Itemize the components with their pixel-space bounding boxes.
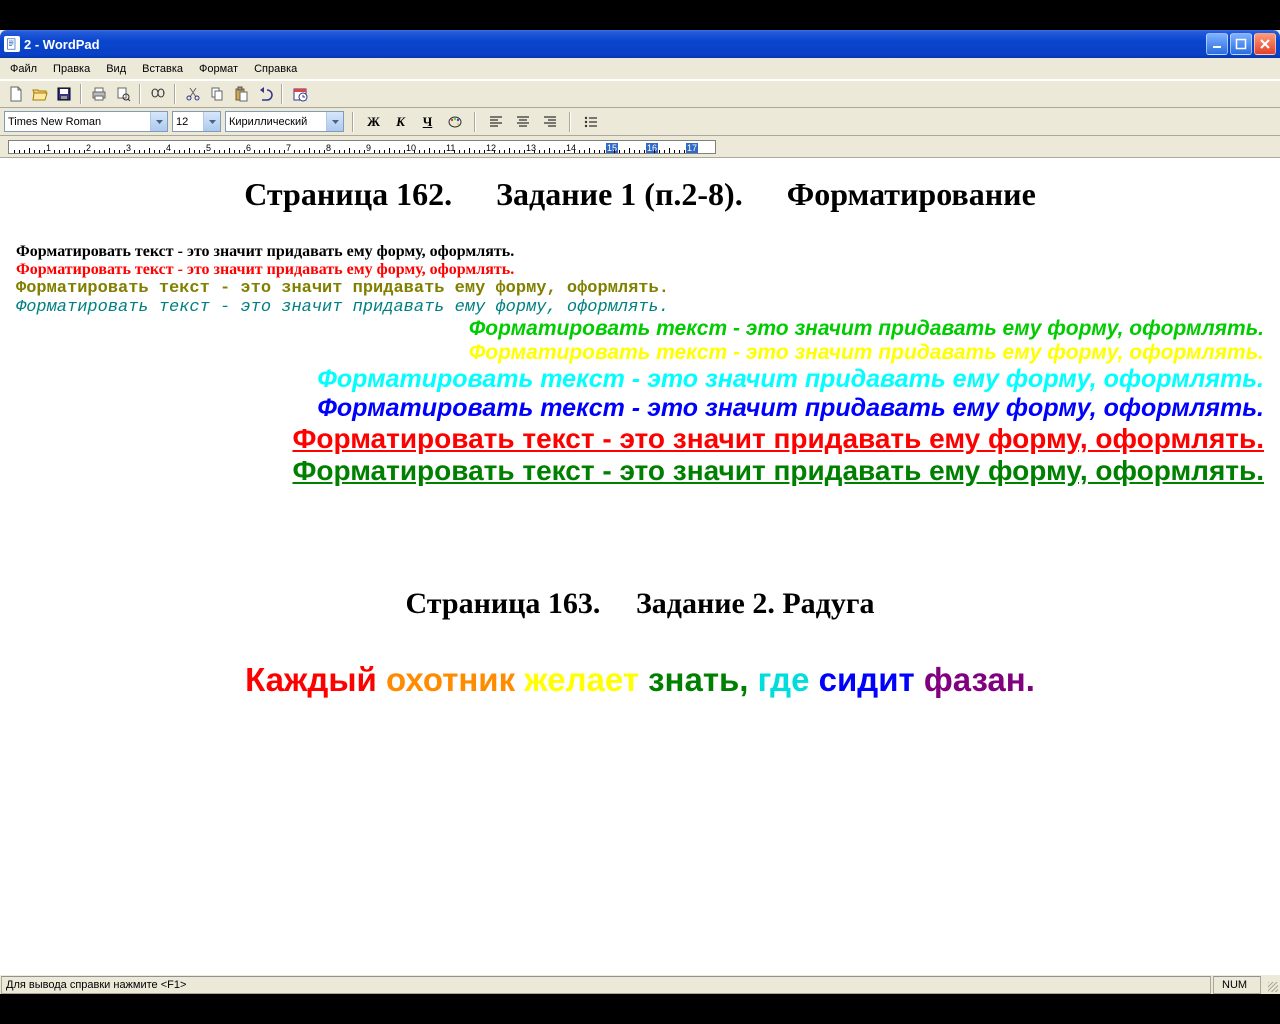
- bullets-button[interactable]: [579, 111, 602, 133]
- heading-text: Страница 162.: [244, 176, 452, 212]
- text-line: Форматировать текст - это значит придава…: [16, 243, 1264, 261]
- menu-help[interactable]: Справка: [246, 61, 305, 77]
- rainbow-word: сидит: [819, 661, 924, 698]
- rainbow-word: где: [758, 661, 819, 698]
- title-bar: 2 - WordPad: [0, 30, 1280, 58]
- text-line: Форматировать текст - это значит придава…: [16, 341, 1264, 365]
- standard-toolbar: [0, 80, 1280, 108]
- menu-file[interactable]: Файл: [2, 61, 45, 77]
- menu-edit[interactable]: Правка: [45, 61, 98, 77]
- color-button[interactable]: [443, 111, 466, 133]
- text-line: Форматировать текст - это значит придава…: [16, 279, 1264, 298]
- text-line: Форматировать текст - это значит придава…: [16, 365, 1264, 394]
- heading-text: Задание 1 (п.2-8).: [496, 176, 743, 212]
- text-line: Форматировать текст - это значит придава…: [16, 455, 1264, 487]
- copy-button[interactable]: [205, 83, 228, 105]
- close-button[interactable]: [1254, 33, 1276, 55]
- rainbow-word: охотник: [386, 661, 524, 698]
- menu-view[interactable]: Вид: [98, 61, 134, 77]
- script-input[interactable]: [226, 112, 326, 131]
- font-name-input[interactable]: [5, 112, 150, 131]
- rainbow-word: фазан.: [924, 661, 1035, 698]
- heading-text: Форматирование: [787, 176, 1036, 212]
- ruler[interactable]: 1234567891011121314151617: [0, 136, 1280, 158]
- rainbow-word: Каждый: [245, 661, 386, 698]
- window-title: 2 - WordPad: [24, 37, 1206, 52]
- text-line: Форматировать текст - это значит придава…: [16, 317, 1264, 341]
- dropdown-icon[interactable]: [150, 112, 167, 131]
- italic-button[interactable]: К: [389, 111, 412, 133]
- menu-insert[interactable]: Вставка: [134, 61, 191, 77]
- save-button[interactable]: [52, 83, 75, 105]
- rainbow-word: знать,: [648, 661, 757, 698]
- align-center-button[interactable]: [511, 111, 534, 133]
- new-button[interactable]: [4, 83, 27, 105]
- undo-button[interactable]: [253, 83, 276, 105]
- script-combo[interactable]: [225, 111, 344, 132]
- maximize-button[interactable]: [1230, 33, 1252, 55]
- text-line: Форматировать текст - это значит придава…: [16, 261, 1264, 279]
- dropdown-icon[interactable]: [203, 112, 220, 131]
- rainbow-word: желает: [524, 661, 648, 698]
- datetime-button[interactable]: [288, 83, 311, 105]
- print-preview-button[interactable]: [111, 83, 134, 105]
- font-name-combo[interactable]: [4, 111, 168, 132]
- status-num-indicator: NUM: [1213, 976, 1261, 994]
- app-icon: [4, 36, 20, 52]
- cut-button[interactable]: [181, 83, 204, 105]
- status-help-text: Для вывода справки нажмите <F1>: [1, 976, 1211, 994]
- heading-text: Задание 2. Радуга: [636, 587, 875, 620]
- resize-grip-icon[interactable]: [1262, 976, 1280, 994]
- font-size-combo[interactable]: [172, 111, 221, 132]
- font-size-input[interactable]: [173, 112, 203, 131]
- heading-text: Страница 163.: [406, 587, 601, 620]
- text-line: Форматировать текст - это значит придава…: [16, 298, 1264, 317]
- align-right-button[interactable]: [538, 111, 561, 133]
- print-button[interactable]: [87, 83, 110, 105]
- dropdown-icon[interactable]: [326, 112, 343, 131]
- menu-bar: Файл Правка Вид Вставка Формат Справка: [0, 58, 1280, 80]
- text-line: Форматировать текст - это значит придава…: [16, 394, 1264, 423]
- format-toolbar: Ж К Ч: [0, 108, 1280, 136]
- rainbow-line: Каждый охотник желает знать, где сидит ф…: [16, 661, 1264, 699]
- menu-format[interactable]: Формат: [191, 61, 246, 77]
- open-button[interactable]: [28, 83, 51, 105]
- status-bar: Для вывода справки нажмите <F1> NUM: [0, 974, 1280, 994]
- document-area[interactable]: Страница 162. Задание 1 (п.2-8). Формати…: [0, 158, 1280, 974]
- find-button[interactable]: [146, 83, 169, 105]
- minimize-button[interactable]: [1206, 33, 1228, 55]
- bold-button[interactable]: Ж: [362, 111, 385, 133]
- align-left-button[interactable]: [484, 111, 507, 133]
- text-line: Форматировать текст - это значит придава…: [16, 423, 1264, 455]
- underline-button[interactable]: Ч: [416, 111, 439, 133]
- heading-2: Страница 163. Задание 2. Радуга: [16, 587, 1264, 621]
- heading-1: Страница 162. Задание 1 (п.2-8). Формати…: [16, 176, 1264, 213]
- paste-button[interactable]: [229, 83, 252, 105]
